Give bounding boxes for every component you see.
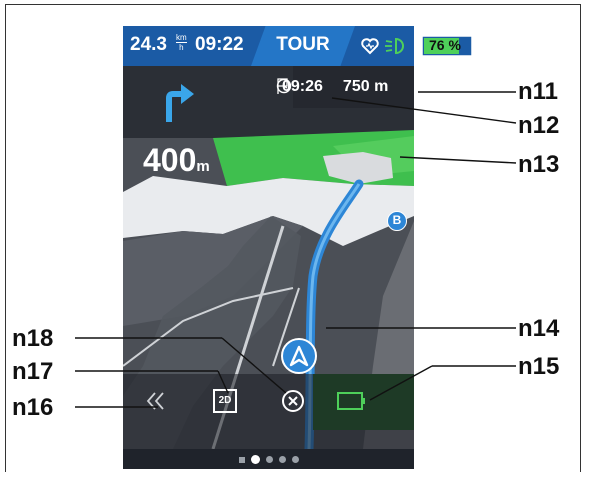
callout-n15: n15 — [518, 353, 560, 380]
callout-n18: n18 — [12, 325, 54, 352]
callout-n17: n17 — [12, 358, 54, 385]
callout-n14: n14 — [518, 315, 560, 342]
callout-n13: n13 — [518, 151, 560, 178]
callout-n12: n12 — [518, 112, 560, 139]
callout-n11: n11 — [518, 78, 559, 105]
callout-leaders — [75, 91, 517, 408]
callout-n16: n16 — [12, 394, 54, 421]
